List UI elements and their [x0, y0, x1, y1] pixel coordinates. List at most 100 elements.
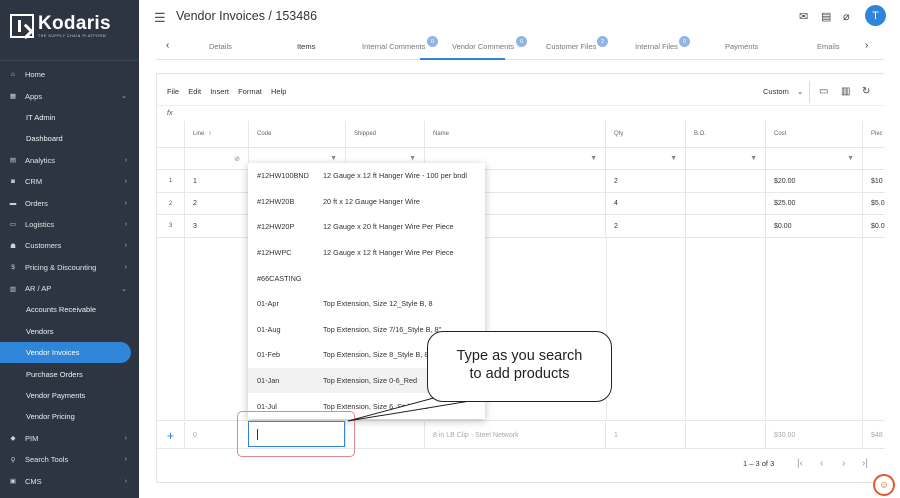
- clear-filter-icon[interactable]: ⊘: [234, 155, 240, 163]
- columns-icon[interactable]: ▥: [841, 86, 850, 97]
- sidebar-item-search-tools[interactable]: ⚲ Search Tools ›: [0, 449, 139, 470]
- filter-icon[interactable]: ▼: [847, 155, 854, 162]
- column-header-cost[interactable]: Cost: [766, 121, 863, 147]
- filter-cell[interactable]: ▼: [606, 148, 686, 169]
- sidebar-item-dashboard[interactable]: Dashboard: [0, 128, 139, 149]
- column-header-code[interactable]: Code: [249, 121, 346, 147]
- cell-line[interactable]: 1: [185, 170, 249, 192]
- refresh-icon[interactable]: ↻: [862, 86, 870, 97]
- sidebar-item-accounts-receivable[interactable]: Accounts Receivable: [0, 299, 139, 320]
- new-piece-cell[interactable]: $48: [863, 422, 893, 448]
- sidebar-item-pricing-discounting[interactable]: $ Pricing & Discounting ›: [0, 257, 139, 278]
- filter-icon[interactable]: ▼: [590, 155, 597, 162]
- view-select[interactable]: Custom ⌄: [763, 87, 803, 96]
- column-header-name[interactable]: Name: [425, 121, 606, 147]
- cell-qty[interactable]: 2: [606, 170, 686, 192]
- filter-icon[interactable]: ▼: [750, 155, 757, 162]
- product-search-input[interactable]: [248, 421, 345, 447]
- tab-next-icon[interactable]: ›: [865, 40, 868, 51]
- cell-cost[interactable]: $0.00: [766, 215, 863, 237]
- cell-qty[interactable]: 4: [606, 193, 686, 214]
- new-shipped-cell[interactable]: [346, 422, 425, 448]
- cell-cost[interactable]: $20.00: [766, 170, 863, 192]
- sidebar-item-crm[interactable]: ◙ CRM ›: [0, 171, 139, 192]
- tab-emails[interactable]: Emails: [817, 42, 840, 51]
- tab-payments[interactable]: Payments: [725, 42, 758, 51]
- sidebar: Kodaris THE SUPPLY CHAIN PLATFORM ⌂ Home ▦…: [0, 0, 139, 498]
- filter-cell[interactable]: ▼: [686, 148, 766, 169]
- tab-items[interactable]: Items: [297, 42, 315, 51]
- cell-cost[interactable]: $25.00: [766, 193, 863, 214]
- attachment-icon[interactable]: ⌀: [843, 10, 850, 23]
- tab-internal-files[interactable]: Internal Files: [635, 42, 678, 51]
- menu-insert[interactable]: Insert: [210, 87, 229, 96]
- tab-customer-files[interactable]: Customer Files: [546, 42, 596, 51]
- filter-icon[interactable]: ▼: [330, 155, 337, 162]
- sidebar-item-vendors[interactable]: Vendors: [0, 321, 139, 342]
- column-header-line[interactable]: Line ↑: [185, 121, 249, 147]
- document-icon[interactable]: ▤: [821, 10, 831, 23]
- suggestion-item[interactable]: #12HW20P 12 Gauge x 20 ft Hanger Wire Per…: [248, 214, 485, 240]
- cell-piece[interactable]: $10: [863, 170, 893, 192]
- sidebar-item-apps[interactable]: ▦ Apps ⌄: [0, 85, 139, 106]
- menu-help[interactable]: Help: [271, 87, 286, 96]
- tab-vendor-comments[interactable]: Vendor Comments: [452, 42, 514, 51]
- menu-toggle-icon[interactable]: ☰: [154, 10, 166, 26]
- first-page-icon[interactable]: |‹: [797, 458, 803, 469]
- comment-icon[interactable]: ▭: [819, 86, 828, 97]
- filter-icon[interactable]: ▼: [409, 155, 416, 162]
- column-header-shipped[interactable]: Shipped: [346, 121, 425, 147]
- sidebar-item-ar-ap[interactable]: ▥ AR / AP ⌄: [0, 278, 139, 299]
- suggestion-item[interactable]: #66CASTING: [248, 265, 485, 291]
- menu-format[interactable]: Format: [238, 87, 262, 96]
- sidebar-item-analytics[interactable]: ▤ Analytics ›: [0, 150, 139, 171]
- sidebar-item-customers[interactable]: ☗ Customers ›: [0, 235, 139, 256]
- chat-help-icon[interactable]: ☺: [873, 474, 895, 496]
- menu-file[interactable]: File: [167, 87, 179, 96]
- next-page-icon[interactable]: ›: [842, 458, 845, 469]
- cell-line[interactable]: 3: [185, 215, 249, 237]
- sidebar-item-orders[interactable]: ▬ Orders ›: [0, 192, 139, 213]
- cell-line[interactable]: 2: [185, 193, 249, 214]
- sidebar-item-purchase-orders[interactable]: Purchase Orders: [0, 363, 139, 384]
- menu-edit[interactable]: Edit: [188, 87, 201, 96]
- filter-cell[interactable]: ▼: [766, 148, 863, 169]
- sidebar-item-vendor-pricing[interactable]: Vendor Pricing: [0, 406, 139, 427]
- sidebar-item-logistics[interactable]: ▭ Logistics ›: [0, 214, 139, 235]
- cell-bo[interactable]: [686, 215, 766, 237]
- column-header-bo[interactable]: B.O.: [686, 121, 766, 147]
- suggestion-item[interactable]: #12HW100BND 12 Gauge x 12 ft Hanger Wire …: [248, 163, 485, 189]
- filter-cell[interactable]: ⊘: [185, 148, 249, 169]
- sidebar-item-home[interactable]: ⌂ Home: [0, 64, 139, 85]
- column-header-qty[interactable]: Qty: [606, 121, 686, 147]
- prev-page-icon[interactable]: ‹: [820, 458, 823, 469]
- sidebar-item-vendor-payments[interactable]: Vendor Payments: [0, 385, 139, 406]
- cell-bo[interactable]: [686, 193, 766, 214]
- cell-qty[interactable]: 2: [606, 215, 686, 237]
- new-name-cell[interactable]: 8 in LB Clip - Steel Network: [425, 422, 606, 448]
- sidebar-item-cms[interactable]: ▣ CMS ›: [0, 470, 139, 491]
- sidebar-item-pim[interactable]: ◆ PIM ›: [0, 428, 139, 449]
- sidebar-item-vendor-invoices[interactable]: Vendor Invoices: [0, 342, 131, 364]
- mail-icon[interactable]: ✉: [799, 10, 808, 23]
- cell-piece[interactable]: $5.0: [863, 193, 893, 214]
- column-header-piece[interactable]: Piec: [863, 121, 893, 147]
- cell-piece[interactable]: $0.0: [863, 215, 893, 237]
- last-page-icon[interactable]: ›|: [862, 458, 868, 469]
- user-avatar[interactable]: T: [865, 5, 886, 26]
- suggestion-item[interactable]: #12HWPC 12 Gauge x 12 ft Hanger Wire Per …: [248, 240, 485, 266]
- cell-bo[interactable]: [686, 170, 766, 192]
- new-cost-cell[interactable]: $30.00: [766, 422, 863, 448]
- filter-icon[interactable]: ▼: [670, 155, 677, 162]
- tab-internal-comments[interactable]: Internal Comments: [362, 42, 425, 51]
- new-qty-cell[interactable]: 1: [606, 422, 686, 448]
- suggestion-item[interactable]: #12HW20B 20 ft x 12 Gauge Hanger Wire: [248, 189, 485, 215]
- filter-cell[interactable]: [863, 148, 893, 169]
- tab-details[interactable]: Details: [209, 42, 232, 51]
- add-row-icon[interactable]: +: [157, 422, 185, 448]
- sidebar-item-it-admin[interactable]: IT Admin: [0, 107, 139, 128]
- new-bo-cell[interactable]: [686, 422, 766, 448]
- suggestion-item[interactable]: 01-Apr Top Extension, Size 12_Style B, 8: [248, 291, 485, 317]
- tab-prev-icon[interactable]: ‹: [166, 40, 169, 51]
- brand-logo[interactable]: Kodaris THE SUPPLY CHAIN PLATFORM: [10, 14, 111, 38]
